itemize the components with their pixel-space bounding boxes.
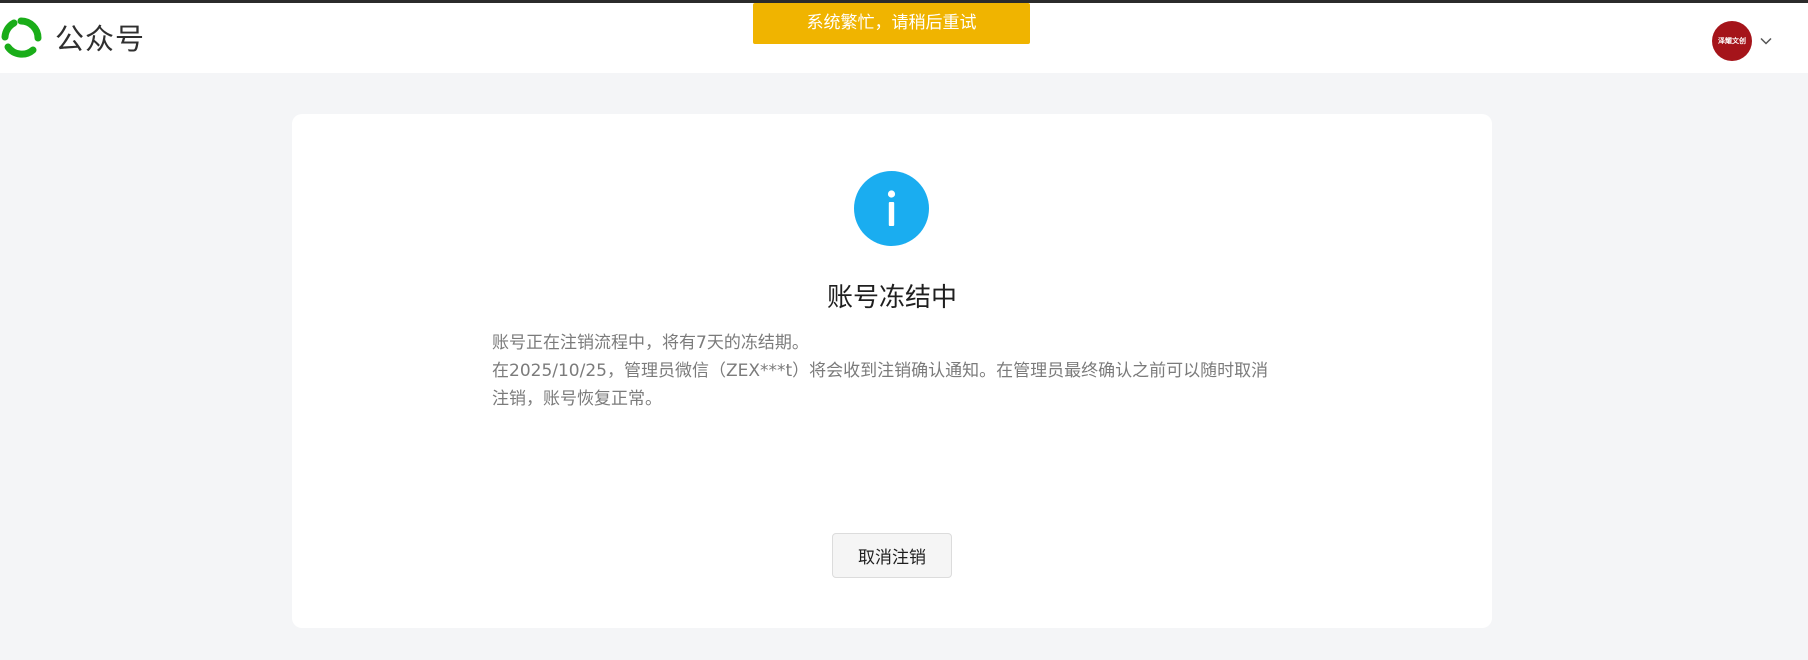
description-line-2: 在2025/10/25，管理员微信（ZEX***t）将会收到注销确认通知。在管理… [492,361,1269,409]
page-title: 账号冻结中 [826,283,957,313]
description-line-1: 账号正在注销流程中，将有7天的冻结期。 [492,333,809,353]
avatar[interactable]: 泽耀文创 [1712,21,1752,61]
brand-title[interactable]: 公众号 [55,21,145,57]
error-toast: 系统繁忙，请稍后重试 [753,3,1030,44]
info-icon [854,171,929,246]
chevron-down-icon[interactable] [1758,33,1774,49]
status-description: 账号正在注销流程中，将有7天的冻结期。 在2025/10/25，管理员微信（ZE… [492,329,1282,413]
wechat-official-account-logo-icon[interactable] [0,17,42,59]
cancel-deregistration-button[interactable]: 取消注销 [832,533,952,578]
